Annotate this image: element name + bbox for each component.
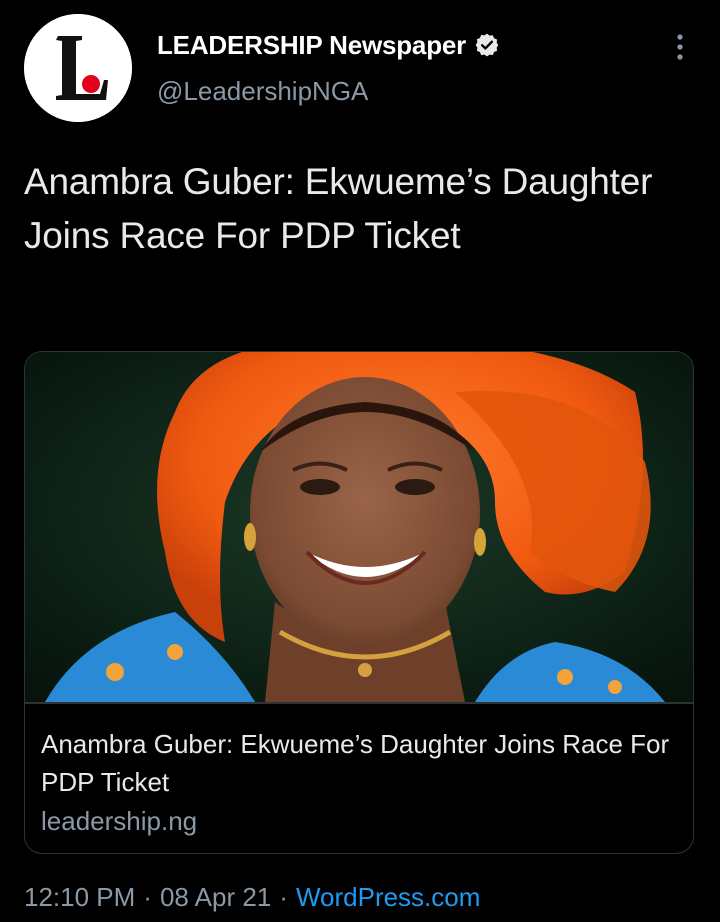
- link-card[interactable]: Anambra Guber: Ekwueme’s Daughter Joins …: [24, 351, 694, 854]
- card-divider: [25, 702, 693, 704]
- tweet: LEADERSHIP Newspaper @LeadershipNGA Anam…: [0, 0, 720, 922]
- author-name[interactable]: LEADERSHIP Newspaper: [157, 30, 466, 61]
- author-name-row: LEADERSHIP Newspaper: [157, 28, 500, 62]
- leadership-logo-icon: [24, 14, 132, 122]
- avatar[interactable]: [24, 14, 132, 122]
- author-handle[interactable]: @LeadershipNGA: [157, 76, 500, 107]
- meta-separator: ·: [143, 882, 152, 912]
- tweet-meta: 12:10 PM · 08 Apr 21 · WordPress.com: [24, 882, 480, 913]
- verified-badge-icon: [474, 32, 500, 58]
- author-block: LEADERSHIP Newspaper @LeadershipNGA: [157, 28, 500, 107]
- meta-separator: ·: [279, 882, 288, 912]
- tweet-date[interactable]: 08 Apr 21: [160, 882, 271, 912]
- tweet-time[interactable]: 12:10 PM: [24, 882, 135, 912]
- tweet-text: Anambra Guber: Ekwueme’s Daughter Joins …: [24, 161, 653, 256]
- card-image: [25, 352, 693, 702]
- more-options-icon[interactable]: [670, 32, 690, 62]
- card-title: Anambra Guber: Ekwueme’s Daughter Joins …: [41, 729, 670, 797]
- tweet-source-link[interactable]: WordPress.com: [296, 882, 480, 912]
- woman-in-orange-headtie-photo: [25, 352, 693, 702]
- card-domain: leadership.ng: [41, 806, 198, 836]
